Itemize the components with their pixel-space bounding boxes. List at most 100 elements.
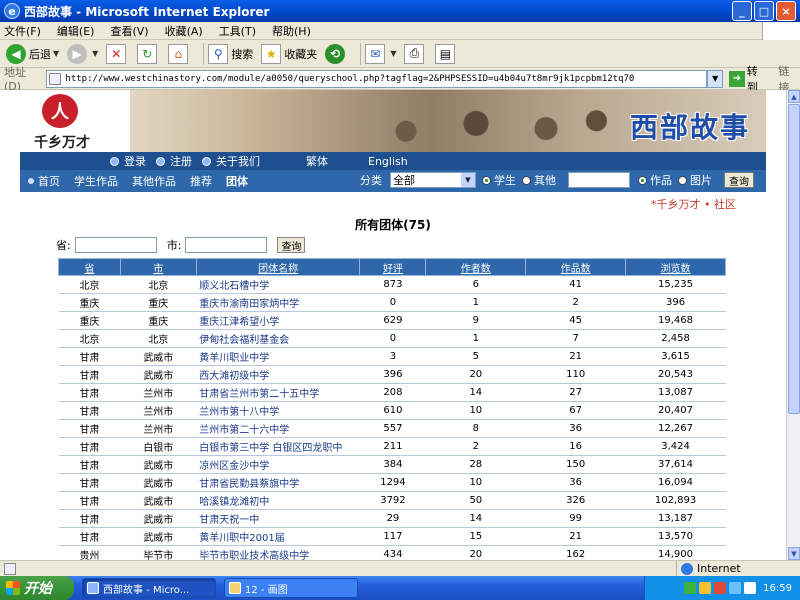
chevron-down-icon[interactable]: ▼ <box>53 49 59 58</box>
menu-file[interactable]: 文件(F) <box>4 23 41 39</box>
scroll-down-icon[interactable]: ▼ <box>788 547 800 560</box>
col-city[interactable]: 市 <box>119 258 197 276</box>
cell-rating: 29 <box>359 509 426 528</box>
scroll-thumb[interactable] <box>788 104 800 414</box>
category-select[interactable]: 全部 ▼ <box>390 172 476 188</box>
mail-button[interactable]: ✉ ▼ <box>365 43 396 64</box>
keyword-input[interactable] <box>568 172 630 188</box>
menu-view[interactable]: 查看(V) <box>110 23 148 39</box>
radio-student[interactable] <box>482 175 491 185</box>
cell-group-name[interactable]: 顺义北石槽中学 <box>196 275 360 294</box>
back-label: 后退 <box>29 47 51 61</box>
radio-image[interactable] <box>678 175 687 185</box>
cell-group-name[interactable]: 兰州市第二十六中学 <box>196 419 360 438</box>
lang-traditional[interactable]: 繁体 <box>306 153 328 169</box>
nav-register[interactable]: 注册 <box>156 153 192 169</box>
groups-table: 省 市 团体名称 好评 作者数 作品数 浏览数 北京 北京 顺义北石槽中学 873 6 4… <box>58 258 726 560</box>
cell-group-name[interactable]: 凉州区金沙中学 <box>196 455 360 474</box>
cell-group-name[interactable]: 重庆市渝南田家炳中学 <box>196 293 360 312</box>
cell-views: 13,087 <box>625 383 726 402</box>
vertical-scrollbar[interactable]: ▲ ▼ <box>786 90 800 560</box>
subnav-home[interactable]: 首页 <box>28 173 60 189</box>
cell-group-name[interactable]: 重庆江津希望小学 <box>196 311 360 330</box>
task-paint[interactable]: 12 - 画图 <box>224 578 358 598</box>
favorites-button[interactable]: ★ 收藏夹 <box>261 43 317 64</box>
table-row: 甘肃 武威市 黄羊川职中2001届 117 15 21 13,570 <box>58 527 726 546</box>
cell-city: 毕节市 <box>120 545 197 560</box>
col-views[interactable]: 浏览数 <box>625 258 726 276</box>
print-button[interactable]: ⎙ <box>404 43 427 64</box>
printer-icon: ⎙ <box>404 43 425 64</box>
search-button[interactable]: ⚲ 搜索 <box>208 43 253 64</box>
subnav-groups[interactable]: 团体 <box>226 173 248 189</box>
scroll-up-icon[interactable]: ▲ <box>788 90 800 103</box>
minimize-button[interactable]: _ <box>732 1 752 21</box>
query-button[interactable]: 查询 <box>277 237 306 253</box>
address-dropdown[interactable]: ▼ <box>707 69 724 88</box>
home-button[interactable]: ⌂ <box>168 43 191 64</box>
cell-city: 武威市 <box>120 491 197 510</box>
table-row: 甘肃 兰州市 甘肃省兰州市第二十五中学 208 14 27 13,087 <box>58 383 726 402</box>
community-link[interactable]: *千乡万才 • 社区 <box>20 192 766 211</box>
tray-network-icon[interactable] <box>684 582 697 594</box>
lang-english[interactable]: English <box>368 155 408 168</box>
menu-favorites[interactable]: 收藏(A) <box>165 23 203 39</box>
cell-views: 13,187 <box>625 509 726 528</box>
col-works[interactable]: 作品数 <box>525 258 627 276</box>
cell-province: 甘肃 <box>58 455 121 474</box>
start-button[interactable]: 开始 <box>0 576 74 600</box>
cell-city: 武威市 <box>120 473 197 492</box>
nav-about[interactable]: 关于我们 <box>202 153 260 169</box>
cell-group-name[interactable]: 西大滩初级中学 <box>196 365 360 384</box>
forward-button[interactable]: ▶ ▼ <box>67 43 98 64</box>
tray-security-icon[interactable] <box>699 582 712 594</box>
cell-group-name[interactable]: 甘肃省兰州市第二十五中学 <box>196 383 360 402</box>
cell-group-name[interactable]: 白银市第三中学 白银区四龙职中 <box>196 437 360 456</box>
radio-other[interactable] <box>522 175 531 185</box>
cell-group-name[interactable]: 伊甸社会福利基金会 <box>196 329 360 348</box>
tray-im-icon[interactable] <box>744 582 757 594</box>
radio-works[interactable] <box>638 175 647 185</box>
subnav-other-works[interactable]: 其他作品 <box>132 173 176 189</box>
city-input[interactable] <box>185 237 268 253</box>
cell-group-name[interactable]: 甘肃天祝一中 <box>196 509 360 528</box>
site-search-button[interactable]: 查询 <box>724 172 754 188</box>
menu-help[interactable]: 帮助(H) <box>272 23 311 39</box>
address-input[interactable]: http://www.westchinastory.com/module/a00… <box>46 69 708 88</box>
chevron-down-icon[interactable]: ▼ <box>390 49 396 58</box>
cell-authors: 20 <box>425 545 526 560</box>
subnav-recommended[interactable]: 推荐 <box>190 173 212 189</box>
refresh-button[interactable]: ↻ <box>137 43 160 64</box>
province-input[interactable] <box>74 237 157 253</box>
cell-group-name[interactable]: 黄羊川职中2001届 <box>196 527 360 546</box>
stop-button[interactable]: ✕ <box>106 43 129 64</box>
tray-app-icon[interactable] <box>714 582 727 594</box>
cell-group-name[interactable]: 黄羊川职业中学 <box>196 347 360 366</box>
subnav-student-works[interactable]: 学生作品 <box>74 173 118 189</box>
chevron-down-icon[interactable]: ▼ <box>92 49 98 58</box>
tray-volume-icon[interactable] <box>729 582 742 594</box>
nav-register-label: 注册 <box>170 155 192 168</box>
col-group-name[interactable]: 团体名称 <box>195 258 361 276</box>
edit-button[interactable]: ▤ <box>435 43 458 64</box>
logo[interactable]: 人 千乡万才 <box>20 90 130 152</box>
history-button[interactable]: ⟲ <box>325 43 348 64</box>
cell-group-name[interactable]: 甘肃省民勤县蔡旗中学 <box>196 473 360 492</box>
maximize-button[interactable]: □ <box>754 1 774 21</box>
nav-login[interactable]: 登录 <box>110 153 146 169</box>
menu-tools[interactable]: 工具(T) <box>219 23 256 39</box>
cell-views: 16,094 <box>625 473 726 492</box>
back-button[interactable]: ◀ 后退 ▼ <box>6 43 59 64</box>
cell-group-name[interactable]: 哈溪镇龙滩初中 <box>196 491 360 510</box>
cell-province: 甘肃 <box>58 419 121 438</box>
cell-rating: 873 <box>359 275 426 294</box>
close-button[interactable]: × <box>776 1 796 21</box>
col-rating[interactable]: 好评 <box>359 258 427 276</box>
col-province[interactable]: 省 <box>58 258 121 276</box>
cell-group-name[interactable]: 兰州市第十八中学 <box>196 401 360 420</box>
security-zone: Internet <box>676 561 741 576</box>
cell-group-name[interactable]: 毕节市职业技术高级中学 <box>196 545 360 560</box>
col-authors[interactable]: 作者数 <box>425 258 527 276</box>
menu-edit[interactable]: 编辑(E) <box>57 23 95 39</box>
task-ie[interactable]: 西部故事 - Micro... <box>82 578 216 598</box>
